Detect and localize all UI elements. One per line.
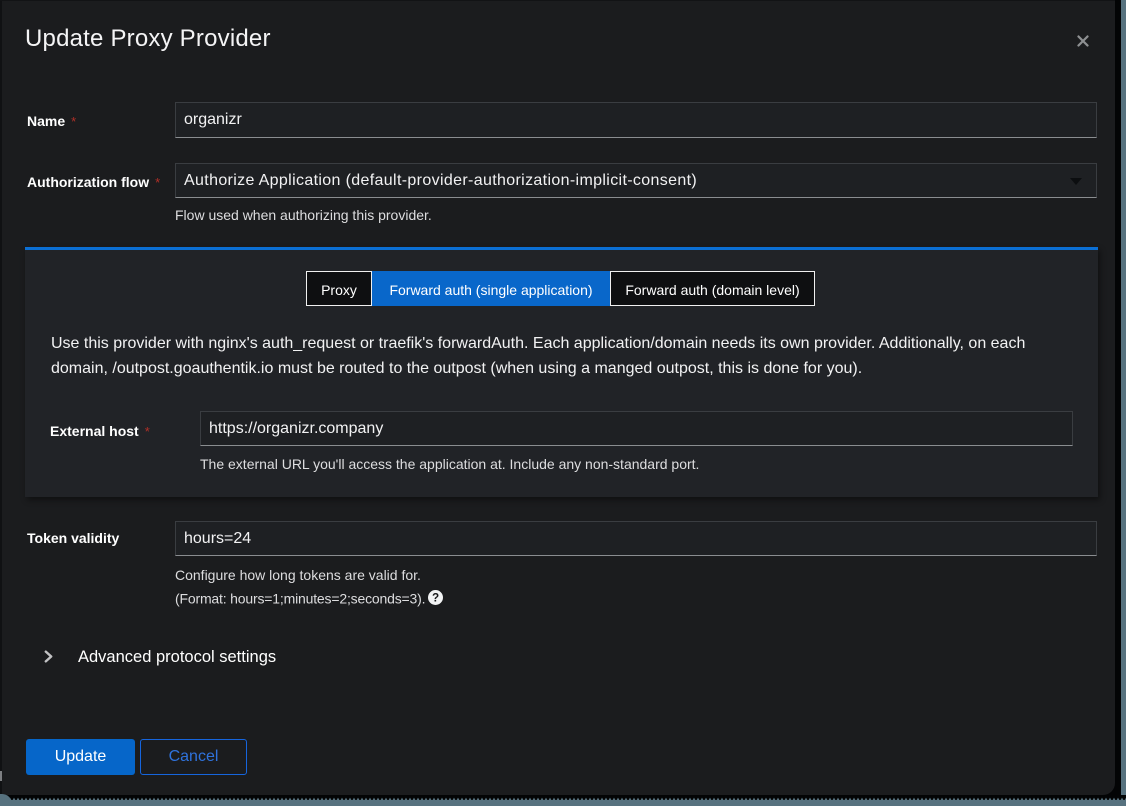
svg-text:?: ? xyxy=(432,592,439,605)
